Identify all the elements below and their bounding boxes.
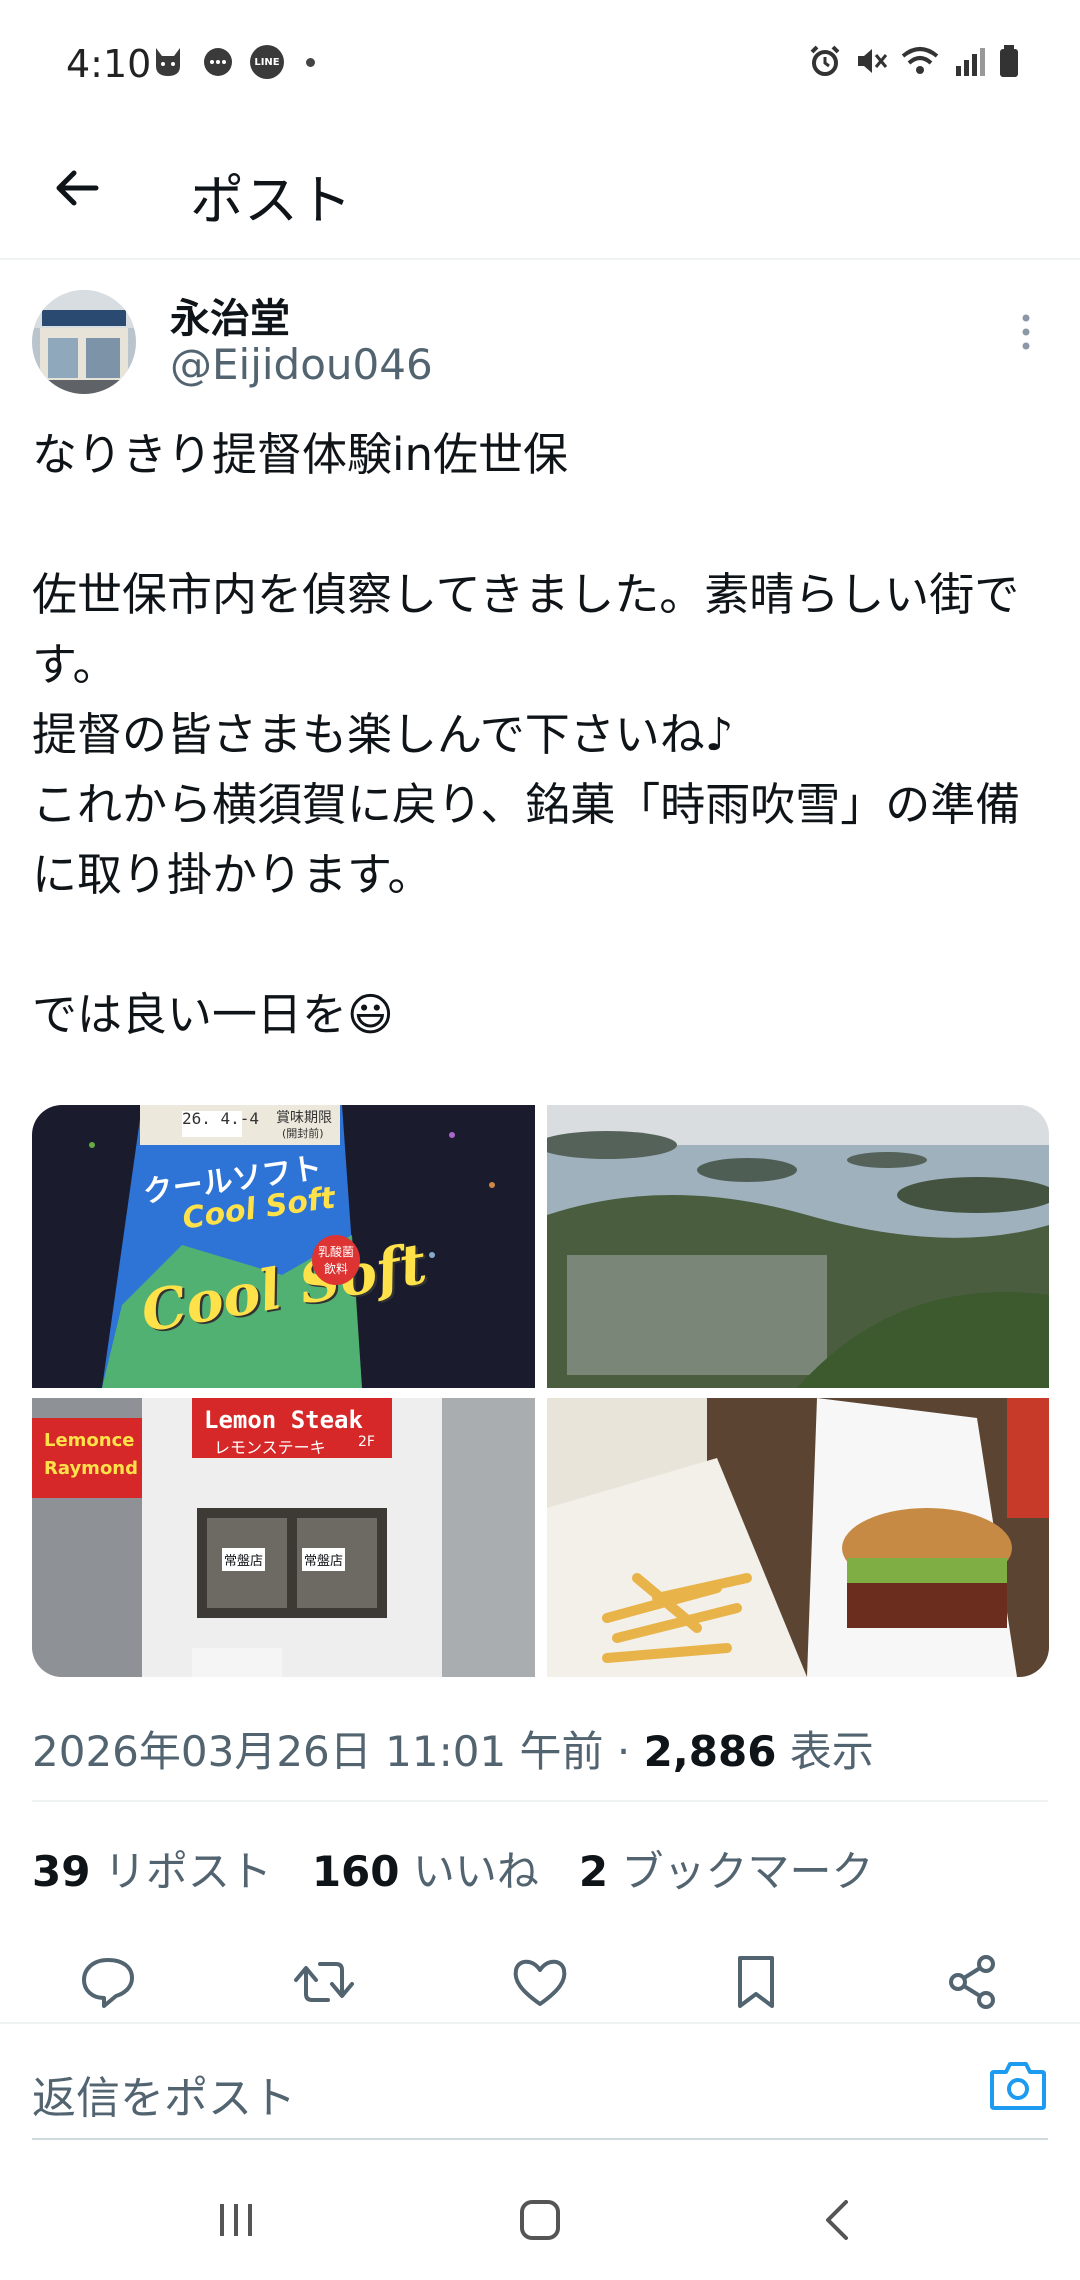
- media-image-food[interactable]: [547, 1398, 1049, 1677]
- carton-label: 乳酸菌飲料: [312, 1235, 360, 1285]
- reposts-label: リポスト: [103, 1847, 272, 1896]
- post-stats: 39 リポスト 160 いいね 2 ブックマーク: [32, 1838, 873, 1899]
- likes-count: 160: [311, 1847, 400, 1896]
- status-bar: 4:10 LINE: [0, 0, 1080, 130]
- status-time: 4:10: [66, 42, 152, 86]
- media-image-storefront[interactable]: Lemonce Raymond Lemon Steak レモンステーキ 2F 常…: [32, 1398, 535, 1677]
- page-title: ポスト: [190, 169, 352, 232]
- battery-icon: [1000, 45, 1018, 77]
- bookmarks-label: ブックマーク: [621, 1847, 874, 1896]
- avatar-image: [32, 290, 136, 394]
- repost-icon[interactable]: [292, 1950, 356, 2014]
- wifi-icon: [901, 47, 939, 74]
- post-line: なりきり提督体験in佐世保: [32, 428, 569, 481]
- cat-icon: [156, 48, 180, 76]
- post-line: では良い一日を😃: [32, 988, 394, 1041]
- media-image-islands[interactable]: [547, 1105, 1049, 1388]
- reply-placeholder: 返信をポスト: [32, 2073, 296, 2124]
- nav-back-icon[interactable]: [808, 2190, 868, 2250]
- media-grid: 26. 4.-4 賞味期限 (開封前) クールソフト Cool Soft Coo…: [32, 1105, 1049, 1677]
- post-timestamp[interactable]: 2026年03月26日 11:01 午前 ·: [32, 1727, 644, 1776]
- signal-icon: [956, 48, 985, 76]
- post-line: 提督の皆さまも楽しんで下さいね♪: [32, 708, 734, 761]
- back-arrow-icon[interactable]: [48, 158, 108, 218]
- reposts-count: 39: [32, 1847, 91, 1896]
- more-notifications-dot: [306, 57, 315, 67]
- storefront-sign-en: Lemon Steak: [204, 1406, 363, 1434]
- bookmark-icon[interactable]: [724, 1950, 788, 2014]
- line-label: LINE: [254, 56, 280, 68]
- top-app-bar: ポスト: [0, 130, 1080, 260]
- post-timestamp-views: 2026年03月26日 11:01 午前 · 2,886 表示: [32, 1718, 874, 1779]
- reply-underline: [32, 2138, 1048, 2140]
- mute-icon: [858, 49, 888, 73]
- storefront-door-label-2: 常盤店: [302, 1548, 346, 1571]
- reply-bar: 返信をポスト: [0, 2022, 1080, 2144]
- storefront-sign-floor: 2F: [358, 1434, 375, 1450]
- author-name[interactable]: 永治堂: [170, 286, 290, 344]
- reply-input[interactable]: 返信をポスト: [32, 2062, 296, 2126]
- storefront-sign-jp: レモンステーキ: [214, 1438, 326, 1457]
- system-nav-bar: [0, 2150, 1080, 2280]
- share-icon[interactable]: [940, 1950, 1004, 2014]
- status-right-icons: [808, 44, 1020, 78]
- storefront-side-sign-1: Lemonce: [44, 1430, 135, 1451]
- home-icon[interactable]: [510, 2190, 570, 2250]
- carton-expiry: 賞味期限: [276, 1110, 332, 1126]
- carton-expiry-sub: (開封前): [282, 1127, 324, 1140]
- post-line: 佐世保市内を偵察してきました。素晴らしい街です。: [32, 568, 1020, 691]
- status-left-icons: LINE: [150, 44, 315, 80]
- camera-icon[interactable]: [988, 2058, 1048, 2114]
- reply-icon[interactable]: [76, 1950, 140, 2014]
- reposts-stat[interactable]: 39 リポスト: [32, 1838, 272, 1899]
- divider: [32, 1800, 1048, 1802]
- post-actions: [0, 1950, 1080, 2030]
- carton-date: 26. 4.-4: [182, 1109, 260, 1128]
- bookmarks-stat[interactable]: 2 ブックマーク: [579, 1838, 874, 1899]
- views-count: 2,886: [643, 1727, 777, 1776]
- post-body: なりきり提督体験in佐世保 佐世保市内を偵察してきました。素晴らしい街です。 提…: [32, 420, 1048, 1050]
- like-icon[interactable]: [508, 1950, 572, 2014]
- line-icon: LINE: [250, 45, 284, 79]
- chat-icon: [204, 48, 232, 76]
- alarm-icon: [810, 45, 840, 76]
- likes-stat[interactable]: 160 いいね: [312, 1838, 539, 1899]
- media-image-drink[interactable]: 26. 4.-4 賞味期限 (開封前) クールソフト Cool Soft Coo…: [32, 1105, 535, 1388]
- more-options-icon[interactable]: [1018, 312, 1034, 352]
- likes-label: いいね: [412, 1847, 539, 1896]
- storefront-side-sign-2: Raymond: [44, 1458, 139, 1479]
- views-label: 表示: [776, 1727, 874, 1776]
- post-line: これから横須賀に戻り、銘菓「時雨吹雪」の準備に取り掛かります。: [32, 778, 1021, 901]
- storefront-door-label-1: 常盤店: [222, 1548, 266, 1571]
- author-handle[interactable]: @Eijidou046: [170, 340, 433, 389]
- avatar[interactable]: [32, 290, 136, 394]
- recent-apps-icon[interactable]: [206, 2190, 266, 2250]
- bookmarks-count: 2: [578, 1847, 609, 1896]
